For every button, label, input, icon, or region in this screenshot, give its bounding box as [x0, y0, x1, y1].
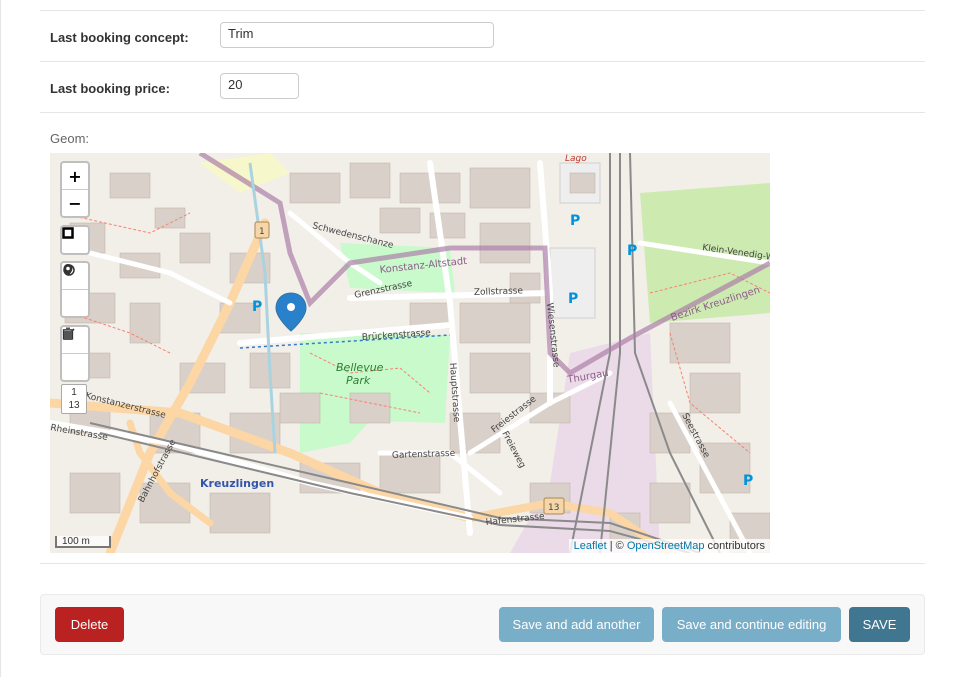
leaflet-link[interactable]: Leaflet [574, 540, 607, 552]
draw-rectangle-control [60, 225, 90, 255]
svg-text:1: 1 [259, 227, 265, 237]
row-divider [40, 563, 925, 564]
save-and-add-another-button[interactable]: Save and add another [499, 607, 654, 642]
route-shield-13: 13 [543, 497, 565, 515]
zoom-level-indicator: 1 13 [61, 384, 87, 414]
circle-icon [63, 264, 75, 276]
draw-rectangle-button[interactable] [62, 227, 88, 253]
zoom-control: + − [60, 161, 90, 218]
delete-button[interactable]: Delete [55, 607, 124, 642]
label-park: Park [346, 374, 371, 387]
svg-text:P: P [568, 291, 578, 307]
square-icon [62, 227, 74, 239]
draw-circle-button[interactable] [62, 264, 88, 316]
row-divider-top [40, 10, 925, 11]
concept-input[interactable]: Trim [220, 22, 494, 48]
map-tiles[interactable]: PPP PP 1 13 Lago Konstanz-Altstadt Belle… [50, 153, 770, 553]
save-button[interactable]: SAVE [849, 607, 910, 642]
row-divider [40, 112, 925, 113]
svg-text:P: P [627, 243, 637, 259]
zoom-in-button[interactable]: + [62, 163, 88, 190]
draw-toolbar [60, 261, 90, 318]
price-input[interactable]: 20 [220, 73, 299, 99]
zoom-out-button[interactable]: − [62, 190, 88, 216]
svg-text:P: P [743, 473, 753, 489]
svg-text:P: P [252, 299, 262, 315]
attribution-separator: | © [606, 540, 627, 552]
page-left-border [0, 0, 1, 677]
zoom-level-top: 1 [71, 387, 77, 398]
attribution-suffix: contributors [704, 540, 765, 552]
row-divider [40, 61, 925, 62]
zoom-level-bottom: 13 [68, 400, 80, 411]
scale-bar: 100 m [55, 536, 111, 548]
osm-link[interactable]: OpenStreetMap [627, 540, 705, 552]
map-attribution: Leaflet | © OpenStreetMap contributors [568, 539, 770, 553]
label-zollstrasse: Zollstrasse [474, 286, 524, 298]
svg-text:13: 13 [548, 503, 559, 513]
submit-row: Delete Save and add another Save and con… [40, 594, 925, 655]
save-and-continue-button[interactable]: Save and continue editing [662, 607, 841, 642]
edit-toolbar [60, 325, 90, 382]
route-shield-1: 1 [254, 221, 270, 239]
geom-map[interactable]: PPP PP 1 13 Lago Konstanz-Altstadt Belle… [50, 153, 770, 553]
delete-layers-button[interactable] [62, 327, 88, 380]
label-lago: Lago [565, 154, 587, 164]
geom-label: Geom: [50, 131, 90, 146]
label-kreuzlingen: Kreuzlingen [200, 477, 274, 490]
price-label: Last booking price: [50, 81, 170, 96]
svg-text:P: P [570, 213, 580, 229]
label-bellevue: Bellevue [336, 361, 384, 374]
concept-label: Last booking concept: [50, 30, 189, 45]
trash-icon [63, 327, 73, 340]
parking-area [549, 247, 596, 319]
